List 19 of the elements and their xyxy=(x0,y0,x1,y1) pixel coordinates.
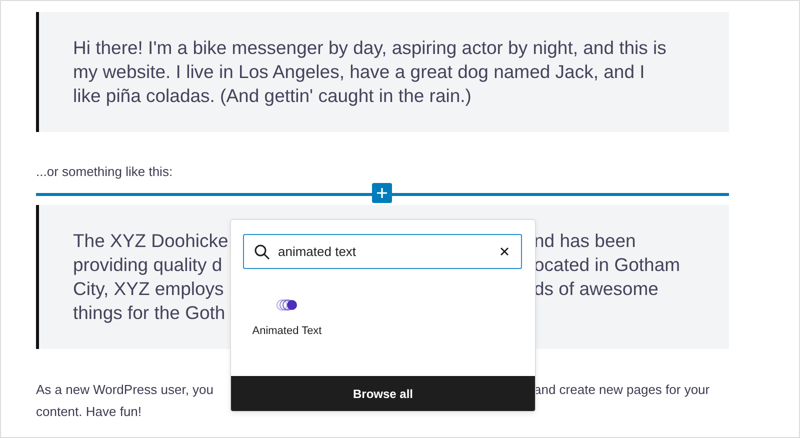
text-line: things for the Goth xyxy=(73,301,226,325)
text-line: ocated in Gotham xyxy=(534,253,680,277)
plus-icon xyxy=(376,187,388,199)
search-field[interactable]: animated text xyxy=(243,234,522,269)
text-line: providing quality d xyxy=(73,253,222,277)
text-line: The XYZ Doohicke xyxy=(73,229,228,253)
close-icon[interactable] xyxy=(500,247,509,256)
text-line: Hi there! I'm a bike messenger by day, aspiring actor by night, and this is xyxy=(73,36,666,60)
block-result[interactable]: Animated Text xyxy=(251,299,323,337)
animated-dots-icon xyxy=(276,299,298,311)
add-block-button[interactable] xyxy=(372,183,392,203)
search-icon xyxy=(254,244,270,260)
text-line: ...or something like this: xyxy=(36,163,173,181)
text-line: content. Have fun! xyxy=(36,403,142,421)
text-line: my website. I live in Los Angeles, have a great dog named Jack, and I xyxy=(73,60,645,84)
browse-all-button[interactable]: Browse all xyxy=(231,376,535,411)
text-line: like piña coladas. (And gettin' caught in the rain.) xyxy=(73,84,472,108)
text-line: City, XYZ employs xyxy=(73,277,224,301)
text-line: As a new WordPress user, you xyxy=(36,381,214,399)
